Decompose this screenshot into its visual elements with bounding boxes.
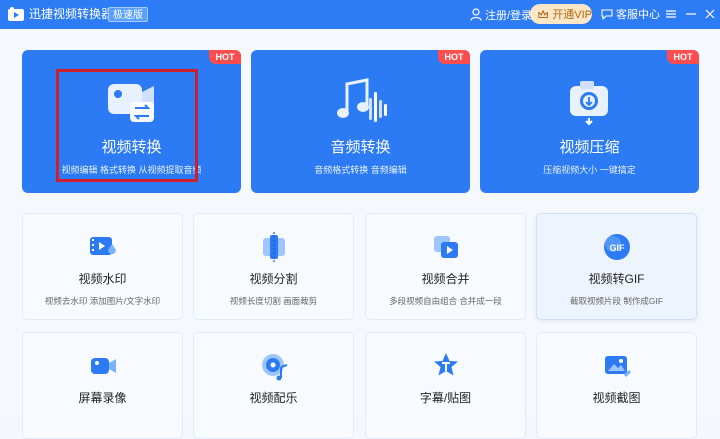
svg-text:GIF: GIF bbox=[609, 243, 625, 253]
hot-badge: HOT bbox=[667, 50, 699, 64]
card-title: 字幕/贴图 bbox=[419, 391, 472, 405]
card-subtitle-sticker[interactable]: 字幕/贴图 bbox=[365, 332, 526, 439]
title-bar: 迅捷视频转换器 极速版 注册/登录 开通VIP 客服中心 bbox=[0, 0, 720, 29]
card-title: 视频转GIF bbox=[588, 272, 645, 286]
card-title: 视频合并 bbox=[421, 272, 470, 286]
service-label: 客服中心 bbox=[616, 9, 660, 21]
screenshot-icon bbox=[604, 356, 631, 377]
menu-icon bbox=[666, 10, 676, 18]
hot-badge: HOT bbox=[438, 50, 470, 64]
gif-icon: GIF bbox=[603, 234, 630, 260]
card-video-screenshot[interactable]: 视频截图 bbox=[536, 332, 697, 439]
card-subtitle: 视频编辑 格式转换 从视频提取音频 bbox=[61, 165, 202, 175]
video-merge-icon bbox=[433, 236, 458, 258]
hot-badge: HOT bbox=[209, 50, 241, 64]
menu-button[interactable] bbox=[664, 6, 678, 22]
app-logo-icon bbox=[8, 7, 24, 21]
close-icon bbox=[705, 9, 715, 19]
card-title: 视频转换 bbox=[101, 139, 162, 156]
vip-button[interactable]: 开通VIP bbox=[530, 4, 592, 24]
card-screen-record[interactable]: 屏幕录像 bbox=[22, 332, 183, 439]
app-title: 迅捷视频转换器 bbox=[29, 7, 114, 21]
customer-service-button[interactable]: 客服中心 bbox=[601, 6, 660, 22]
card-subtitle: 压缩视频大小 一键搞定 bbox=[543, 165, 636, 175]
audio-convert-icon bbox=[336, 78, 387, 122]
card-video-split[interactable]: 视频分割 视频长度切割 画面裁剪 bbox=[193, 213, 354, 320]
screen-record-icon bbox=[90, 358, 116, 374]
edition-badge: 极速版 bbox=[108, 7, 148, 22]
login-button[interactable]: 注册/登录 bbox=[470, 6, 532, 23]
card-video-watermark[interactable]: 视频水印 视频去水印 添加图片/文字水印 bbox=[22, 213, 183, 320]
main-content: HOT 视频转换 视频编辑 格式转换 从视频提取音频 HOT 音频转换 音频格式… bbox=[0, 29, 720, 439]
card-title: 视频水印 bbox=[78, 272, 127, 286]
card-subtitle: 视频长度切割 画面裁剪 bbox=[229, 296, 318, 306]
card-title: 音频转换 bbox=[330, 139, 391, 156]
crown-icon bbox=[538, 9, 548, 18]
card-title: 视频分割 bbox=[249, 272, 298, 286]
login-label: 注册/登录 bbox=[485, 9, 533, 22]
video-convert-icon bbox=[107, 84, 154, 122]
card-subtitle: 视频去水印 添加图片/文字水印 bbox=[44, 296, 161, 306]
chat-icon bbox=[601, 9, 613, 20]
card-video-music[interactable]: 视频配乐 bbox=[193, 332, 354, 439]
video-split-icon bbox=[262, 232, 285, 262]
card-video-compress[interactable]: HOT 视频压缩 压缩视频大小 一键搞定 bbox=[480, 50, 699, 193]
card-title: 视频配乐 bbox=[249, 391, 298, 405]
vip-label: 开通VIP bbox=[552, 9, 592, 21]
minimize-icon bbox=[686, 13, 696, 15]
card-title: 屏幕录像 bbox=[78, 391, 127, 405]
user-icon bbox=[470, 8, 482, 21]
card-title: 视频截图 bbox=[592, 391, 641, 405]
card-subtitle: 音频格式转换 音频编辑 bbox=[314, 165, 407, 175]
minimize-button[interactable] bbox=[684, 6, 698, 22]
card-video-to-gif[interactable]: GIF 视频转GIF 截取视频片段 制作成GIF bbox=[536, 213, 697, 320]
card-video-merge[interactable]: 视频合并 多段视频自由组合 合并成一段 bbox=[365, 213, 526, 320]
video-compress-icon bbox=[569, 81, 608, 126]
card-video-convert[interactable]: HOT 视频转换 视频编辑 格式转换 从视频提取音频 bbox=[22, 50, 241, 193]
card-title: 视频压缩 bbox=[559, 139, 620, 156]
card-subtitle: 多段视频自由组合 合并成一段 bbox=[389, 296, 502, 306]
watermark-icon bbox=[89, 237, 116, 255]
close-button[interactable] bbox=[703, 6, 717, 22]
card-subtitle: 截取视频片段 制作成GIF bbox=[569, 296, 664, 306]
subtitle-sticker-icon bbox=[433, 353, 458, 376]
video-music-icon bbox=[261, 354, 287, 381]
card-audio-convert[interactable]: HOT 音频转换 音频格式转换 音频编辑 bbox=[251, 50, 470, 193]
